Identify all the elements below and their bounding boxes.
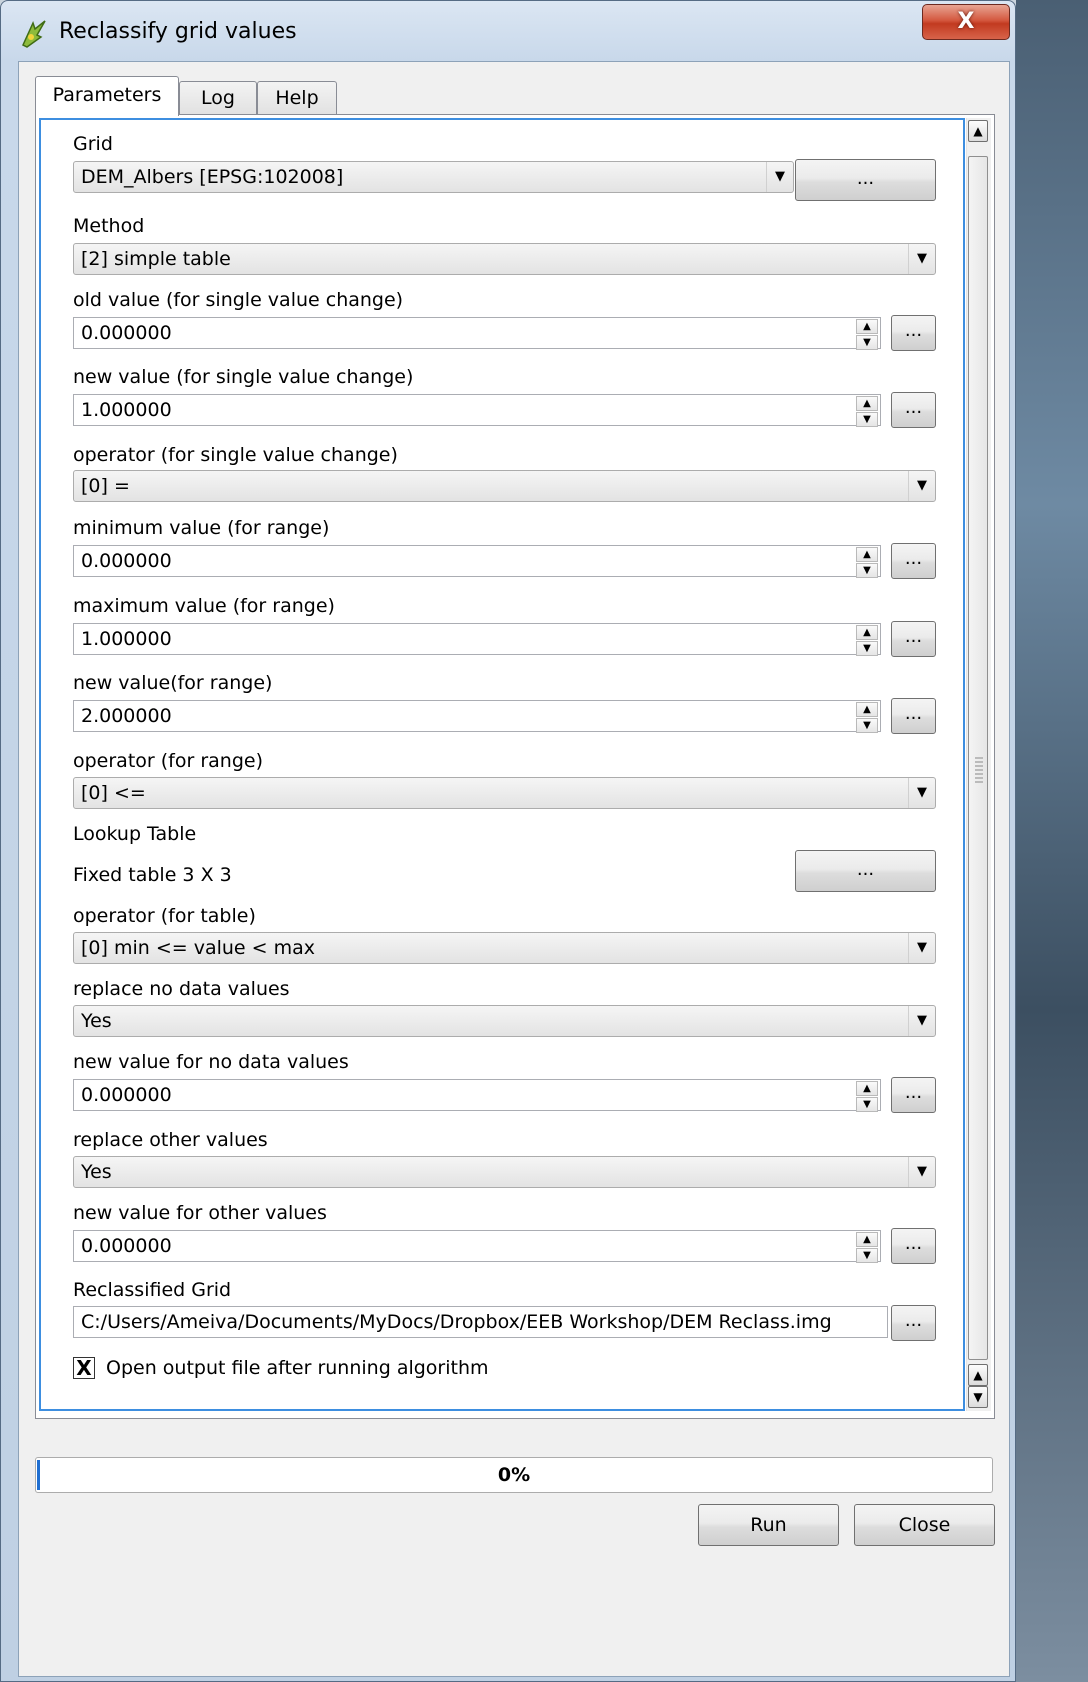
chevron-down-icon: ▼	[908, 778, 935, 808]
operator-range-label: operator (for range)	[73, 750, 263, 772]
vertical-scrollbar[interactable]: ▲ ▲ ▼	[966, 118, 991, 1411]
desktop-background	[1016, 0, 1088, 1682]
method-select[interactable]: [2] simple table ▼	[73, 243, 936, 275]
parameters-scroll-area: Grid DEM_Albers [EPSG:102008] ▼ ... Meth…	[39, 118, 965, 1411]
nodata-value-spinner[interactable]: ▲ ▼	[856, 1081, 878, 1112]
other-value-spinner[interactable]: ▲ ▼	[856, 1232, 878, 1263]
new-value-label: new value (for single value change)	[73, 366, 414, 388]
new-range-text: 2.000000	[81, 705, 172, 727]
chevron-down-icon: ▼	[908, 471, 935, 501]
grid-browse-button[interactable]: ...	[795, 159, 936, 201]
output-path-field[interactable]: C:/Users/Ameiva/Documents/MyDocs/Dropbox…	[73, 1306, 888, 1338]
chevron-down-icon: ▼	[908, 933, 935, 963]
grid-label: Grid	[73, 133, 113, 155]
lookup-table-button[interactable]: ...	[795, 850, 936, 892]
progress-text: 0%	[497, 1464, 531, 1486]
new-value-spinner[interactable]: ▲ ▼	[856, 396, 878, 427]
scroll-down-icon[interactable]: ▼	[968, 1386, 988, 1408]
grip-icon	[975, 757, 983, 783]
window-close-button[interactable]: X	[922, 4, 1010, 40]
min-range-label: minimum value (for range)	[73, 517, 330, 539]
parameters-panel: Grid DEM_Albers [EPSG:102008] ▼ ... Meth…	[35, 114, 995, 1419]
qgis-logo-icon	[22, 20, 46, 48]
run-button[interactable]: Run	[698, 1504, 839, 1546]
method-label: Method	[73, 215, 145, 237]
min-range-button[interactable]: ...	[891, 543, 936, 579]
replace-other-label: replace other values	[73, 1129, 268, 1151]
scroll-up-icon[interactable]: ▲	[968, 120, 988, 142]
old-value-spinner[interactable]: ▲ ▼	[856, 319, 878, 350]
open-output-label: Open output file after running algorithm	[106, 1357, 489, 1379]
max-range-button[interactable]: ...	[891, 621, 936, 657]
old-value-text: 0.000000	[81, 322, 172, 344]
chevron-down-icon: ▼	[908, 1157, 935, 1187]
operator-table-select[interactable]: [0] min <= value < max ▼	[73, 932, 936, 964]
nodata-value-text: 0.000000	[81, 1084, 172, 1106]
other-value-text: 0.000000	[81, 1235, 172, 1257]
new-value-text: 1.000000	[81, 399, 172, 421]
new-value-button[interactable]: ...	[891, 392, 936, 428]
min-range-text: 0.000000	[81, 550, 172, 572]
max-range-label: maximum value (for range)	[73, 595, 335, 617]
dialog-window: Reclassify grid values X Parameters Log …	[0, 0, 1016, 1682]
max-range-spinner[interactable]: ▲ ▼	[856, 625, 878, 656]
chevron-down-icon: ▼	[908, 244, 935, 274]
output-browse-button[interactable]: ...	[891, 1305, 936, 1341]
grid-select[interactable]: DEM_Albers [EPSG:102008] ▼	[73, 161, 794, 193]
old-value-field[interactable]: 0.000000 ▲ ▼	[73, 317, 881, 350]
chevron-down-icon: ▼	[908, 1006, 935, 1036]
title-bar[interactable]: Reclassify grid values X	[1, 1, 1015, 65]
nodata-value-label: new value for no data values	[73, 1051, 349, 1073]
other-value-field[interactable]: 0.000000 ▲ ▼	[73, 1230, 881, 1263]
dialog-client-area: Parameters Log Help Grid DEM_Albers [EPS…	[18, 61, 1010, 1677]
progress-fill	[37, 1460, 40, 1490]
tab-help[interactable]: Help	[257, 81, 337, 115]
operator-range-value: [0] <=	[81, 782, 146, 804]
operator-single-value: [0] =	[81, 475, 130, 497]
replace-nodata-select[interactable]: Yes ▼	[73, 1005, 936, 1037]
replace-nodata-value: Yes	[81, 1010, 112, 1032]
replace-other-value: Yes	[81, 1161, 112, 1183]
nodata-value-field[interactable]: 0.000000 ▲ ▼	[73, 1079, 881, 1112]
old-value-label: old value (for single value change)	[73, 289, 404, 311]
new-range-spinner[interactable]: ▲ ▼	[856, 702, 878, 733]
old-value-button[interactable]: ...	[891, 315, 936, 351]
grid-select-value: DEM_Albers [EPSG:102008]	[81, 166, 344, 188]
open-output-checkbox[interactable]: X	[73, 1357, 95, 1379]
new-value-field[interactable]: 1.000000 ▲ ▼	[73, 394, 881, 427]
window-title: Reclassify grid values	[59, 19, 297, 44]
new-range-button[interactable]: ...	[891, 698, 936, 734]
operator-table-value: [0] min <= value < max	[81, 937, 315, 959]
min-range-field[interactable]: 0.000000 ▲ ▼	[73, 545, 881, 578]
progress-bar: 0%	[35, 1457, 993, 1493]
nodata-value-button[interactable]: ...	[891, 1077, 936, 1113]
min-range-spinner[interactable]: ▲ ▼	[856, 547, 878, 578]
lookup-table-text: Fixed table 3 X 3	[73, 864, 232, 886]
method-select-value: [2] simple table	[81, 248, 231, 270]
max-range-field[interactable]: 1.000000 ▲ ▼	[73, 623, 881, 656]
other-value-label: new value for other values	[73, 1202, 327, 1224]
scrollbar-thumb[interactable]	[968, 156, 988, 1360]
operator-single-select[interactable]: [0] = ▼	[73, 470, 936, 502]
chevron-down-icon: ▼	[766, 162, 793, 192]
tab-parameters[interactable]: Parameters	[35, 76, 179, 116]
close-button[interactable]: Close	[854, 1504, 995, 1546]
replace-nodata-label: replace no data values	[73, 978, 290, 1000]
tab-log[interactable]: Log	[179, 81, 257, 115]
output-path-text: C:/Users/Ameiva/Documents/MyDocs/Dropbox…	[81, 1311, 832, 1333]
operator-single-label: operator (for single value change)	[73, 444, 398, 466]
replace-other-select[interactable]: Yes ▼	[73, 1156, 936, 1188]
new-range-label: new value(for range)	[73, 672, 273, 694]
max-range-text: 1.000000	[81, 628, 172, 650]
other-value-button[interactable]: ...	[891, 1228, 936, 1264]
scroll-up-icon[interactable]: ▲	[968, 1364, 988, 1386]
operator-table-label: operator (for table)	[73, 905, 256, 927]
operator-range-select[interactable]: [0] <= ▼	[73, 777, 936, 809]
lookup-table-label: Lookup Table	[73, 823, 197, 845]
output-label: Reclassified Grid	[73, 1279, 232, 1301]
new-range-field[interactable]: 2.000000 ▲ ▼	[73, 700, 881, 733]
